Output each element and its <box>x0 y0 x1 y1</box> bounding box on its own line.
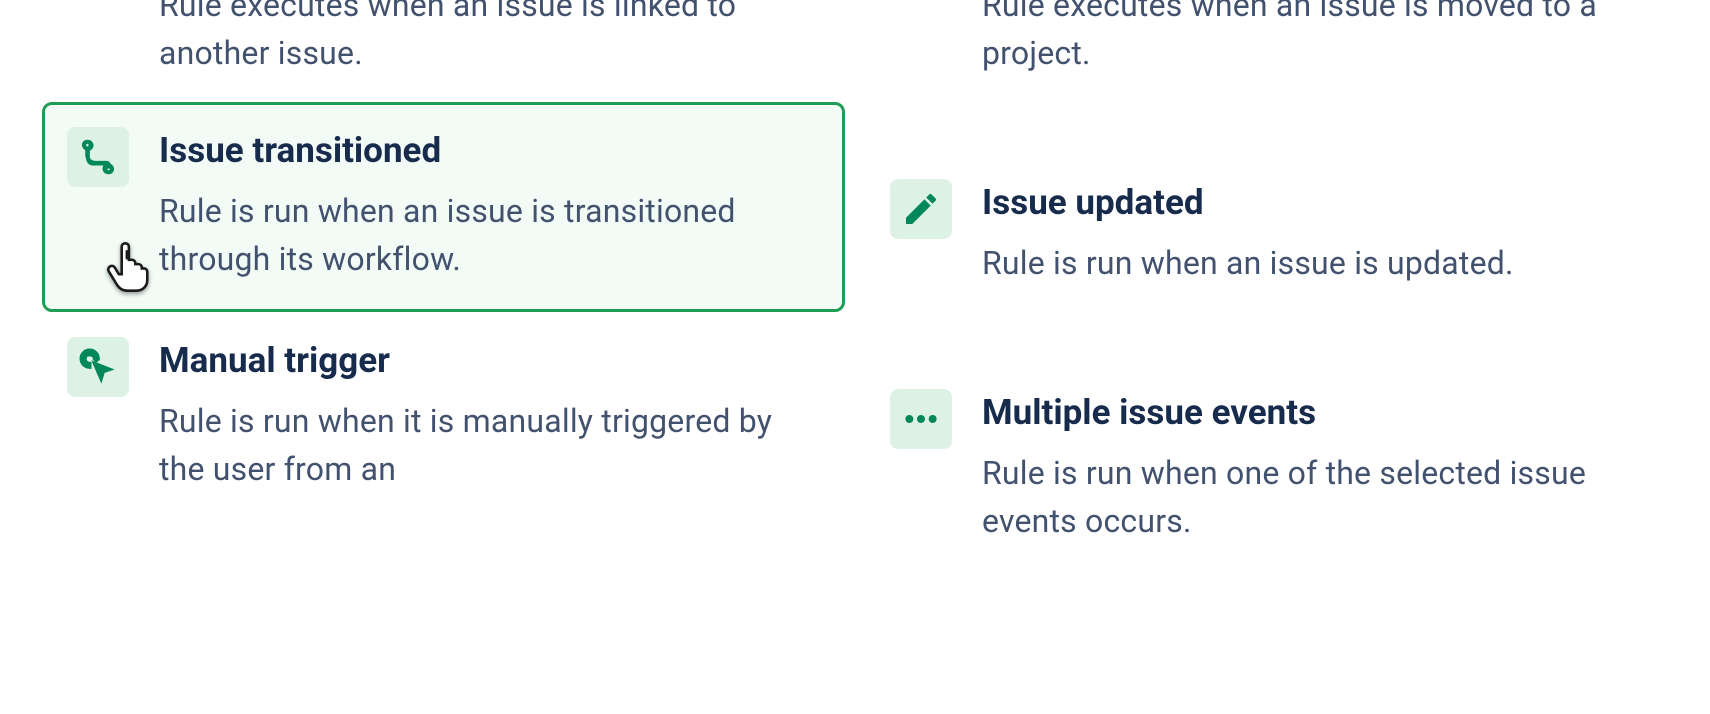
trigger-card-multiple-events[interactable]: Multiple issue events Rule is run when o… <box>865 364 1668 570</box>
ellipsis-icon <box>890 389 952 449</box>
trigger-title: Issue transitioned <box>159 129 820 173</box>
trigger-description: Rule is run when one of the selected iss… <box>982 449 1643 545</box>
trigger-description: Rule is run when an issue is transitione… <box>159 187 820 283</box>
trigger-title: Multiple issue events <box>982 391 1643 435</box>
trigger-card-issue-updated[interactable]: Issue updated Rule is run when an issue … <box>865 154 1668 312</box>
trigger-card-issue-linked[interactable]: Issue linked Rule executes when an issue… <box>42 0 845 102</box>
trigger-description: Rule executes when an issue is linked to… <box>159 0 820 77</box>
trigger-card-issue-transitioned[interactable]: Issue transitioned Rule is run when an i… <box>42 102 845 312</box>
trigger-description: Rule is run when it is manually triggere… <box>159 397 820 493</box>
cursor-click-icon <box>67 337 129 397</box>
trigger-description: Rule is run when an issue is updated. <box>982 239 1643 287</box>
trigger-title: Issue updated <box>982 181 1643 225</box>
trigger-card-issue-moved[interactable]: Issue moved Rule executes when an issue … <box>865 0 1668 102</box>
transition-icon <box>67 127 129 187</box>
pencil-icon <box>890 179 952 239</box>
trigger-title: Manual trigger <box>159 339 820 383</box>
trigger-description: Rule executes when an issue is moved to … <box>982 0 1643 77</box>
trigger-card-manual-trigger[interactable]: Manual trigger Rule is run when it is ma… <box>42 312 845 570</box>
